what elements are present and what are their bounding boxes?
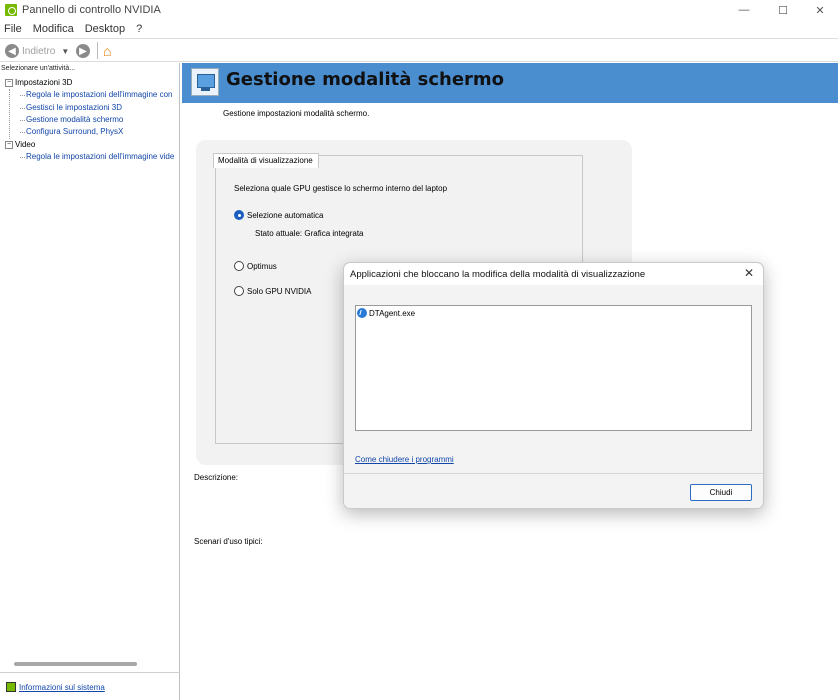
- menu-help[interactable]: ?: [132, 21, 146, 37]
- system-info-label: Informazioni sul sistema: [19, 682, 105, 692]
- task-sidebar: Selezionare un'attività... − Impostazion…: [0, 63, 180, 700]
- scenarios-label: Scenari d'uso tipici:: [194, 537, 263, 546]
- how-to-close-programs-link[interactable]: Come chiudere i programmi: [355, 455, 454, 464]
- display-monitor-icon: [191, 68, 219, 96]
- description-label: Descrizione:: [194, 473, 239, 482]
- system-info-icon: [6, 682, 16, 692]
- sidebar-item-video-immagine[interactable]: Regola le impostazioni dell'immagine vid…: [0, 151, 180, 163]
- current-state-text: Stato attuale: Grafica integrata: [255, 229, 364, 238]
- menu-bar: File Modifica Desktop ?: [0, 21, 838, 37]
- collapse-icon[interactable]: −: [5, 79, 13, 88]
- tree-category-label: Impostazioni 3D: [15, 78, 73, 88]
- divider: [0, 672, 180, 673]
- nvidia-logo-icon: [5, 4, 17, 16]
- system-info-link[interactable]: Informazioni sul sistema: [6, 682, 105, 692]
- window-title: Pannello di controllo NVIDIA: [22, 4, 161, 16]
- forward-arrow-icon: ▶: [76, 44, 90, 58]
- back-arrow-icon: ◀: [5, 44, 19, 58]
- back-dropdown-icon[interactable]: ▼: [61, 47, 69, 56]
- radio-selezione-automatica[interactable]: Selezione automatica: [234, 210, 324, 220]
- tree-category-label: Video: [15, 139, 36, 149]
- chiudi-button[interactable]: Chiudi: [690, 484, 752, 501]
- collapse-icon[interactable]: −: [5, 140, 13, 149]
- minimize-button[interactable]: —: [726, 0, 762, 20]
- dialog-title-bar: Applicazioni che bloccano la modifica de…: [344, 263, 763, 285]
- maximize-button[interactable]: ☐: [765, 0, 801, 20]
- sidebar-item-gestione-schermo[interactable]: Gestione modalità schermo: [0, 114, 180, 126]
- sidebar-item-regola-immagine[interactable]: Regola le impostazioni dell'immagine con: [0, 89, 180, 101]
- blocking-apps-dialog: Applicazioni che bloccano la modifica de…: [343, 262, 764, 509]
- blocking-apps-list[interactable]: DTAgent.exe: [355, 305, 752, 431]
- tree-category-video[interactable]: − Video: [0, 138, 180, 150]
- horizontal-scrollbar[interactable]: [14, 662, 137, 666]
- title-bar: Pannello di controllo NVIDIA — ☐ ✕: [0, 0, 838, 20]
- tab-modalita-visualizzazione[interactable]: Modalità di visualizzazione: [213, 153, 319, 168]
- menu-file[interactable]: File: [0, 21, 26, 37]
- radio-unchecked-icon[interactable]: [234, 286, 244, 296]
- list-item[interactable]: DTAgent.exe: [357, 308, 415, 318]
- sidebar-item-gestisci-3d[interactable]: Gestisci le impostazioni 3D: [0, 102, 180, 114]
- dialog-close-icon[interactable]: ✕: [742, 266, 756, 280]
- dtagent-app-icon: [357, 308, 367, 318]
- close-window-button[interactable]: ✕: [802, 0, 838, 20]
- radio-unchecked-icon[interactable]: [234, 261, 244, 271]
- page-subtitle: Gestione impostazioni modalità schermo.: [223, 109, 370, 118]
- home-icon[interactable]: ⌂: [103, 43, 119, 59]
- page-title: Gestione modalità schermo: [226, 69, 505, 90]
- tree-category-3d[interactable]: − Impostazioni 3D: [0, 77, 180, 89]
- page-banner: Gestione modalità schermo: [182, 63, 838, 103]
- forward-button[interactable]: ▶: [76, 43, 90, 59]
- radio-label: Solo GPU NVIDIA: [247, 286, 312, 296]
- radio-label: Optimus: [247, 261, 277, 271]
- gpu-question: Seleziona quale GPU gestisce lo schermo …: [234, 184, 448, 193]
- app-name: DTAgent.exe: [369, 308, 416, 318]
- back-label: Indietro: [22, 45, 56, 57]
- radio-checked-icon[interactable]: [234, 210, 244, 220]
- menu-modifica[interactable]: Modifica: [29, 21, 78, 37]
- toolbar-separator: [97, 42, 98, 59]
- dialog-title: Applicazioni che bloccano la modifica de…: [350, 269, 646, 280]
- task-tree: − Impostazioni 3D Regola le impostazioni…: [0, 77, 180, 163]
- radio-optimus[interactable]: Optimus: [234, 261, 277, 271]
- toolbar: ◀ Indietro ▼ ▶ ⌂: [0, 38, 838, 62]
- radio-solo-gpu-nvidia[interactable]: Solo GPU NVIDIA: [234, 286, 311, 296]
- sidebar-item-surround-physx[interactable]: Configura Surround, PhysX: [0, 126, 180, 138]
- menu-desktop[interactable]: Desktop: [81, 21, 129, 37]
- divider: [344, 473, 763, 474]
- sidebar-header: Selezionare un'attività...: [1, 65, 76, 72]
- back-button[interactable]: ◀ Indietro ▼: [5, 43, 69, 59]
- radio-label: Selezione automatica: [247, 210, 324, 220]
